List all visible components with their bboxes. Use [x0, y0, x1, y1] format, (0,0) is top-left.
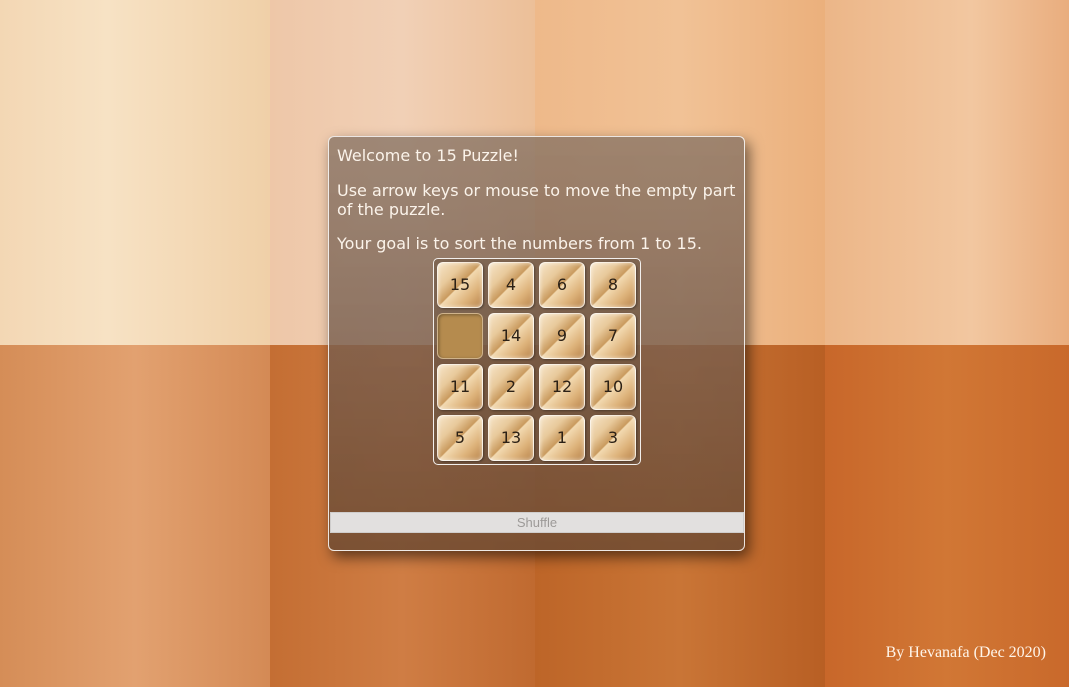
puzzle-panel: Welcome to 15 Puzzle! Use arrow keys or …: [328, 136, 745, 551]
puzzle-tile[interactable]: 12: [539, 364, 585, 410]
puzzle-tile[interactable]: 11: [437, 364, 483, 410]
puzzle-tile[interactable]: 8: [590, 262, 636, 308]
puzzle-tile[interactable]: 15: [437, 262, 483, 308]
puzzle-tile[interactable]: 10: [590, 364, 636, 410]
puzzle-tile[interactable]: 13: [488, 415, 534, 461]
puzzle-tile[interactable]: 2: [488, 364, 534, 410]
puzzle-tile[interactable]: 1: [539, 415, 585, 461]
puzzle-tile[interactable]: 7: [590, 313, 636, 359]
puzzle-tile[interactable]: 5: [437, 415, 483, 461]
author-credit: By Hevanafa (Dec 2020): [885, 644, 1046, 661]
puzzle-tile[interactable]: 3: [590, 415, 636, 461]
puzzle-tile[interactable]: 9: [539, 313, 585, 359]
empty-slot[interactable]: [437, 313, 483, 359]
puzzle-tile[interactable]: 4: [488, 262, 534, 308]
welcome-heading: Welcome to 15 Puzzle!: [337, 146, 519, 165]
goal-text: Your goal is to sort the numbers from 1 …: [337, 234, 702, 253]
shuffle-button[interactable]: Shuffle: [330, 512, 744, 533]
puzzle-board: 15 4 6 8 14 9 7 11 2 12 10 5 13 1 3: [433, 258, 641, 465]
puzzle-tile[interactable]: 6: [539, 262, 585, 308]
instructions-text: Use arrow keys or mouse to move the empt…: [337, 181, 736, 219]
puzzle-tile[interactable]: 14: [488, 313, 534, 359]
